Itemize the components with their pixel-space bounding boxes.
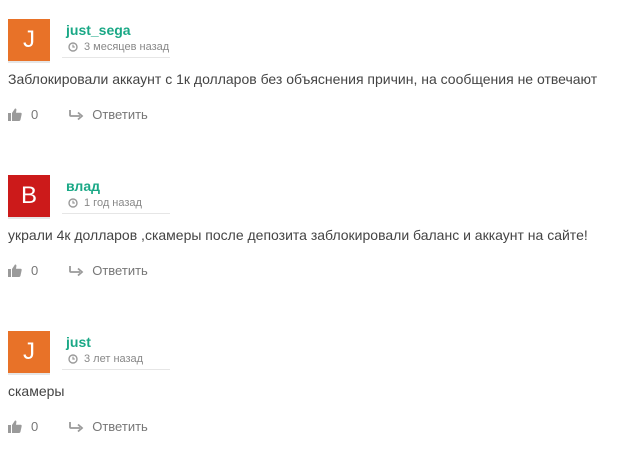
comment-actions: 0 Ответить — [8, 263, 148, 278]
clock-icon — [68, 354, 78, 364]
like-count: 0 — [31, 263, 39, 278]
like-button[interactable]: 0 — [8, 107, 38, 122]
comment-text: украли 4к долларов ,скамеры после депози… — [8, 227, 588, 243]
comment-time: 1 год назад — [84, 197, 142, 209]
like-count: 0 — [31, 419, 39, 434]
reply-label: Ответить — [92, 419, 148, 434]
comment-meta: 3 месяцев назад — [68, 41, 169, 53]
like-count: 0 — [31, 107, 39, 122]
comment-actions: 0 Ответить — [8, 107, 148, 122]
reply-arrow-icon — [69, 265, 84, 276]
reply-arrow-icon — [69, 421, 84, 432]
like-button[interactable]: 0 — [8, 419, 38, 434]
avatar-letter: B — [20, 182, 37, 209]
clock-icon — [68, 42, 78, 52]
thumbs-up-icon — [8, 108, 22, 121]
meta-divider — [62, 213, 170, 214]
avatar-letter: J — [23, 26, 35, 53]
reply-arrow-icon — [69, 109, 84, 120]
author-name[interactable]: влад — [66, 178, 100, 194]
avatar[interactable]: J — [8, 331, 50, 373]
comment-actions: 0 Ответить — [8, 419, 148, 434]
reply-label: Ответить — [92, 107, 148, 122]
thumbs-up-icon — [8, 264, 22, 277]
avatar-letter: J — [23, 338, 35, 365]
avatar-divider — [8, 373, 50, 375]
comment-text: Заблокировали аккаунт с 1к долларов без … — [8, 71, 598, 87]
comment-meta: 1 год назад — [68, 197, 142, 209]
comment-meta: 3 лет назад — [68, 353, 143, 365]
avatar-divider — [8, 61, 50, 63]
comment-text: скамеры — [8, 383, 65, 399]
reply-button[interactable]: Ответить — [69, 107, 148, 122]
reply-button[interactable]: Ответить — [69, 263, 148, 278]
avatar[interactable]: J — [8, 19, 50, 61]
meta-divider — [62, 369, 170, 370]
author-name[interactable]: just_sega — [66, 22, 131, 38]
avatar[interactable]: B — [8, 175, 50, 217]
reply-button[interactable]: Ответить — [69, 419, 148, 434]
avatar-divider — [8, 217, 50, 219]
like-button[interactable]: 0 — [8, 263, 38, 278]
comment-time: 3 месяцев назад — [84, 41, 170, 53]
clock-icon — [68, 198, 78, 208]
reply-label: Ответить — [92, 263, 148, 278]
comment-time: 3 лет назад — [84, 353, 144, 365]
thumbs-up-icon — [8, 420, 22, 433]
meta-divider — [62, 57, 170, 58]
author-name[interactable]: just — [66, 334, 91, 350]
